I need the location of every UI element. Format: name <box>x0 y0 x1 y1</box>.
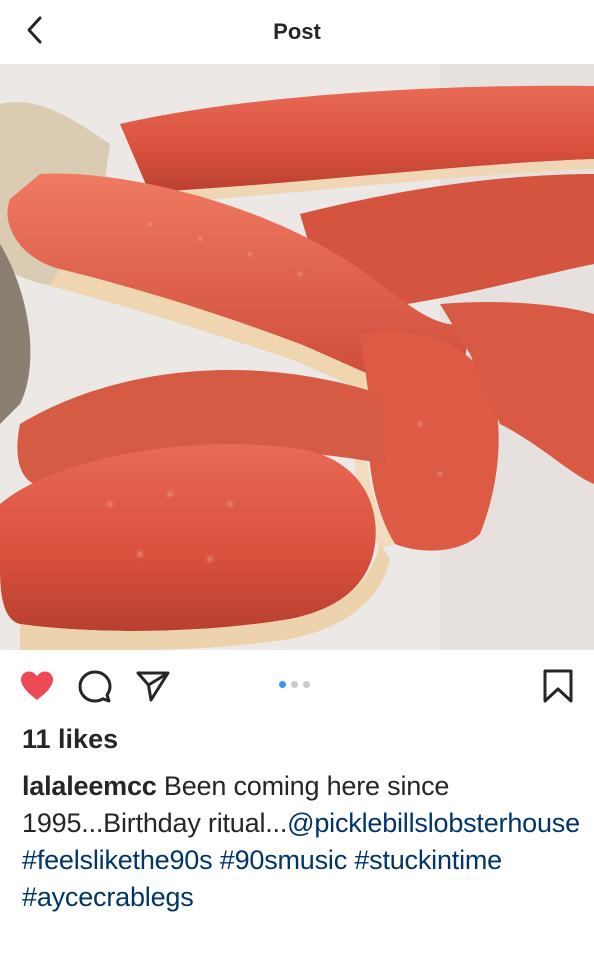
top-nav-bar: Post <box>0 0 594 65</box>
carousel-dot-active <box>279 681 286 688</box>
crab-legs-image <box>0 64 594 650</box>
paper-plane-icon <box>136 671 170 702</box>
like-button[interactable] <box>19 670 55 707</box>
post-caption: lalaleemcc Been coming here since 1995..… <box>22 768 582 916</box>
share-button[interactable] <box>136 670 170 707</box>
page-title: Post <box>273 19 321 44</box>
hashtag-link[interactable]: #feelslikethe90s <box>22 845 213 875</box>
carousel-dot <box>291 681 298 688</box>
hashtag-link[interactable]: #90smusic <box>220 845 347 875</box>
mention-link[interactable]: @picklebillslobsterhouse <box>287 808 580 838</box>
comment-icon <box>78 670 112 703</box>
carousel-indicator <box>279 681 310 688</box>
hashtag-link[interactable]: #aycecrablegs <box>22 882 194 912</box>
hashtag-link[interactable]: #stuckintime <box>354 845 502 875</box>
bookmark-icon <box>543 669 573 703</box>
save-button[interactable] <box>542 669 574 708</box>
like-count[interactable]: 11 likes <box>22 722 118 756</box>
heart-filled-icon <box>21 671 53 700</box>
post-photo-crab-legs[interactable] <box>0 64 594 650</box>
comment-button[interactable] <box>78 670 112 709</box>
carousel-dot <box>303 681 310 688</box>
caption-username[interactable]: lalaleemcc <box>22 771 157 801</box>
